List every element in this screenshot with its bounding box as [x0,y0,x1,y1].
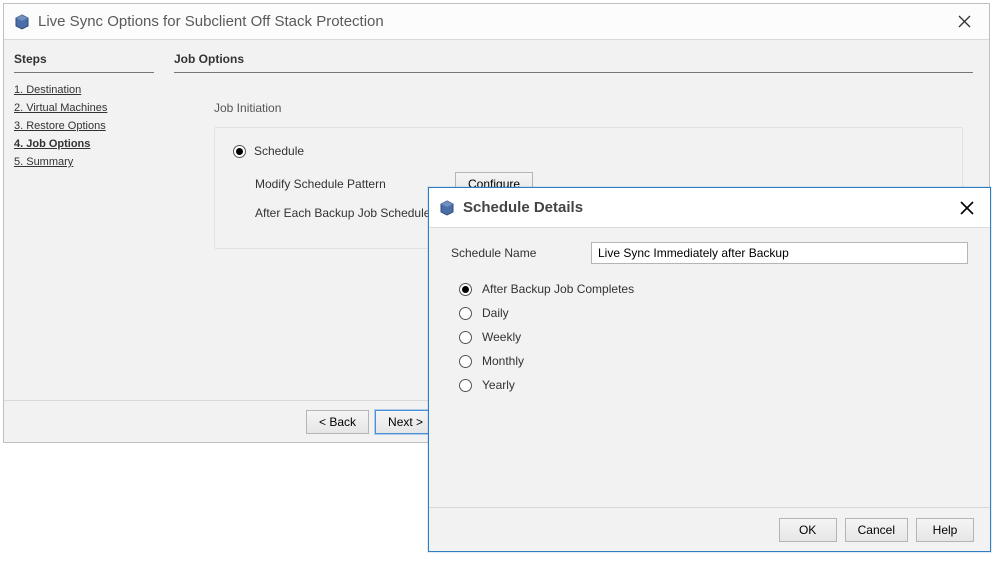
schedule-name-input[interactable] [591,242,968,264]
frequency-label: After Backup Job Completes [482,282,634,296]
steps-pane: Steps 1. Destination2. Virtual Machines3… [4,40,164,400]
frequency-radio[interactable] [459,379,472,392]
frequency-list: After Backup Job Completes Daily Weekly Mon… [459,282,968,392]
schedule-radio-row[interactable]: Schedule [233,144,944,158]
frequency-option[interactable]: Monthly [459,354,968,368]
wizard-titlebar: Live Sync Options for Subclient Off Stac… [4,4,989,40]
schedule-name-label: Schedule Name [451,246,551,260]
frequency-radio[interactable] [459,355,472,368]
step-link[interactable]: 2. Virtual Machines [14,99,154,117]
back-button[interactable]: < Back [306,410,369,434]
next-button[interactable]: Next > [375,410,436,434]
schedule-radio[interactable] [233,145,246,158]
frequency-radio[interactable] [459,283,472,296]
frequency-radio[interactable] [459,307,472,320]
close-icon[interactable] [954,201,980,215]
modify-pattern-label: Modify Schedule Pattern [255,177,425,191]
frequency-option[interactable]: Daily [459,306,968,320]
ok-button[interactable]: OK [779,518,837,542]
dialog-body: Schedule Name After Backup Job Completes… [429,228,990,507]
cancel-button[interactable]: Cancel [845,518,908,542]
panel-header: Job Options [174,46,973,73]
schedule-details-dialog: Schedule Details Schedule Name After Bac… [428,187,991,552]
steps-header: Steps [14,46,154,73]
dialog-footer: OK Cancel Help [429,507,990,551]
app-icon [14,14,30,30]
frequency-label: Yearly [482,378,515,392]
frequency-option[interactable]: After Backup Job Completes [459,282,968,296]
dialog-titlebar: Schedule Details [429,188,990,228]
schedule-label: Schedule [254,144,304,158]
frequency-option[interactable]: Weekly [459,330,968,344]
dialog-title: Schedule Details [463,199,954,216]
close-icon[interactable] [949,15,979,28]
after-each-label: After Each Backup Job Schedule [255,206,430,220]
frequency-option[interactable]: Yearly [459,378,968,392]
wizard-title: Live Sync Options for Subclient Off Stac… [38,13,949,30]
step-link[interactable]: 3. Restore Options [14,117,154,135]
frequency-label: Monthly [482,354,524,368]
help-button[interactable]: Help [916,518,974,542]
schedule-name-row: Schedule Name [451,242,968,264]
frequency-radio[interactable] [459,331,472,344]
app-icon [439,200,455,216]
step-link[interactable]: 5. Summary [14,153,154,171]
steps-list: 1. Destination2. Virtual Machines3. Rest… [14,81,154,171]
job-initiation-title: Job Initiation [214,101,963,115]
frequency-label: Weekly [482,330,521,344]
frequency-label: Daily [482,306,509,320]
step-link[interactable]: 4. Job Options [14,135,154,153]
step-link[interactable]: 1. Destination [14,81,154,99]
